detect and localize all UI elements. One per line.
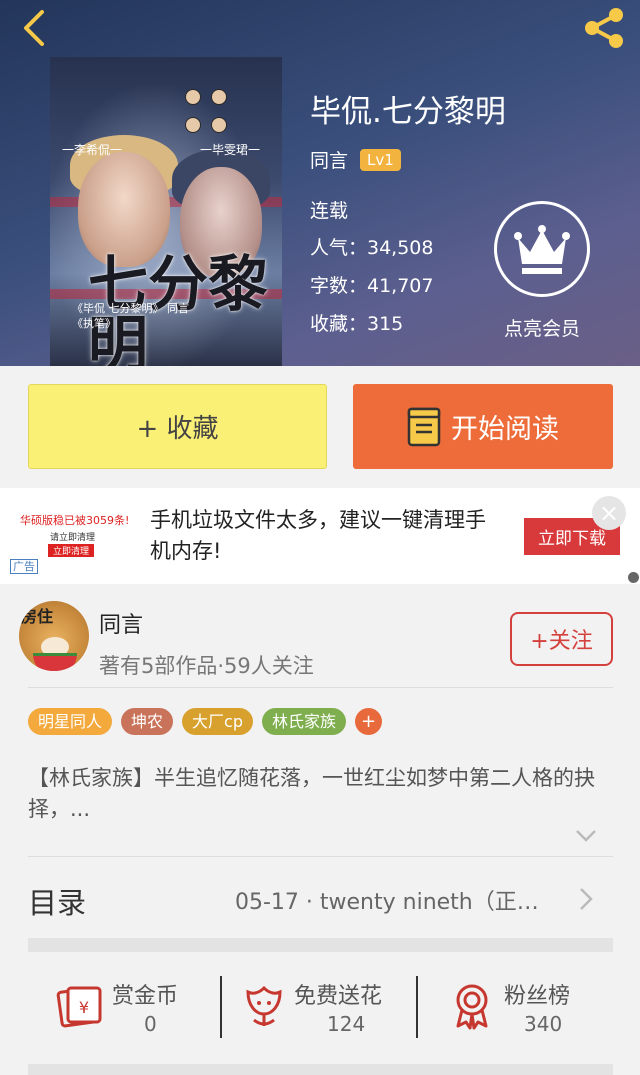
coins-value: 0 [144,1012,157,1036]
flower-label: 免费送花 [294,984,383,1009]
vip-label[interactable]: 点亮会员 [494,314,590,341]
tag-item[interactable]: 大厂cp [182,708,253,735]
author-stats: 著有5部作品·59人关注 [99,654,314,678]
ad-text: 手机垃圾文件太多，建议一键清理手机内存! [150,508,486,563]
tag-item[interactable]: 林氏家族 [262,708,347,735]
stats-bar: ¥ 赏金币 0 免费送花 124 粉丝榜 340 [0,952,640,1065]
tag-list: 明星同人 坤农 大厂cp 林氏家族 + [28,708,383,735]
fans-label: 粉丝榜 [504,984,571,1009]
tag-item[interactable]: 坤农 [121,708,174,735]
ad-thumb-line3: 立即清理 [48,544,95,557]
follow-button[interactable]: +关注 [510,612,613,666]
close-icon: × [598,499,620,527]
add-tag-button[interactable]: + [355,708,383,735]
flower-value: 124 [327,1012,366,1036]
send-flower-button[interactable]: 免费送花 124 [244,972,414,1042]
tag-item[interactable]: 明星同人 [28,708,113,735]
book-title: 毕侃.七分黎明 [310,94,506,130]
table-of-contents-row[interactable]: 目录 05-17 · twenty nineth（正文） [0,858,640,938]
svg-text:¥: ¥ [79,998,89,1017]
stat-divider [220,976,222,1038]
reward-coins-button[interactable]: ¥ 赏金币 0 [56,972,216,1042]
stat-divider [416,976,418,1038]
author-name[interactable]: 同言 [310,146,348,173]
ad-thumb-line1: 华硕版稳已被3059条! [20,514,130,527]
share-icon [585,8,623,48]
vip-button[interactable] [494,201,590,297]
cover-credit: 《毕侃 七分黎明》 同言《执笔》 [72,302,189,330]
share-button[interactable] [580,6,628,50]
red-envelope-icon: ¥ [56,986,102,1028]
avatar-text: 房住 [21,607,54,626]
flower-icon [246,985,282,1026]
book-description: 【林氏家族】半生追忆随花落，一世红尘如梦中第二人格的抉择，... [28,766,595,821]
word-count: 字数：41,707 [310,275,434,297]
collect-button[interactable]: + 收藏 [28,384,327,469]
chevron-down-icon [576,830,596,842]
crown-icon [514,225,570,274]
book-icon [407,407,441,446]
popularity-count: 人气：34,508 [310,237,434,259]
ad-close-button[interactable]: × [592,496,626,530]
author-card-name[interactable]: 同言 [99,607,143,639]
cover-name-left: 一李希侃一 [62,143,123,157]
section-separator [28,1064,613,1075]
chevron-left-icon [24,10,44,46]
fan-ranking-button[interactable]: 粉丝榜 340 [452,972,602,1042]
expand-description-button[interactable] [574,828,598,848]
start-reading-button[interactable]: 开始阅读 [353,384,613,469]
ad-thumb-line2: 请立即清理 [50,533,96,543]
action-bar: + 收藏 开始阅读 [0,366,640,488]
medal-icon [456,984,488,1030]
toc-label: 目录 [28,886,87,920]
ad-thumbnail: 华硕版稳已被3059条! 请立即清理 立即清理 [10,510,135,560]
author-avatar[interactable]: 房住 [19,601,89,671]
ad-report-icon[interactable] [628,572,639,583]
level-badge: Lv1 [360,148,401,171]
ad-tag: 广告 [10,559,38,574]
author-line: 同言 Lv1 [310,146,401,173]
divider [28,687,613,688]
favorites-count: 收藏：315 [310,313,404,335]
section-separator [28,938,613,952]
book-header: 一李希侃一 一毕雯珺一 七分黎明 《毕侃 七分黎明》 同言《执笔》 毕侃.七分黎… [0,0,640,366]
cover-dots [180,85,232,141]
book-cover[interactable]: 一李希侃一 一毕雯珺一 七分黎明 《毕侃 七分黎明》 同言《执笔》 [50,57,282,366]
latest-chapter: 05-17 · twenty nineth（正文） [235,890,560,915]
start-reading-label: 开始阅读 [451,414,559,445]
coins-label: 赏金币 [112,984,179,1009]
back-button[interactable] [14,8,54,48]
cover-name-right: 一毕雯珺一 [200,143,261,157]
fans-value: 340 [524,1012,563,1036]
ad-banner[interactable]: 华硕版稳已被3059条! 请立即清理 立即清理 广告 手机垃圾文件太多，建议一键… [0,488,640,584]
serial-status: 连载 [310,200,349,222]
divider [28,856,613,857]
chevron-right-icon [580,888,593,910]
